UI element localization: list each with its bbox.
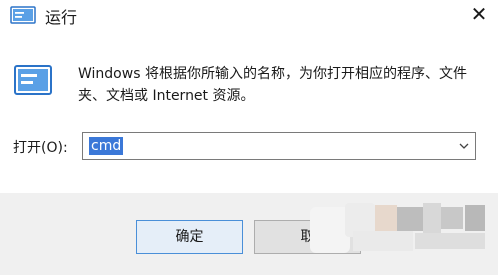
open-combobox[interactable]: cmd [82,132,476,160]
open-field-label: 打开(O): [13,140,68,156]
run-dialog: 运行 ✕ Windows 将根据你所输入的名称，为你打开相应的程序、文件夹、文档… [0,0,498,275]
close-button[interactable]: ✕ [460,0,498,30]
close-icon: ✕ [470,2,488,26]
run-dialog-icon [14,64,52,96]
dialog-description: Windows 将根据你所输入的名称，为你打开相应的程序、文件夹、文档或 Int… [78,66,467,104]
ok-button[interactable]: 确定 [136,220,243,254]
watermark-blur [305,195,498,275]
chevron-down-icon[interactable] [457,138,471,154]
title-bar[interactable]: 运行 ✕ [0,0,498,30]
window-title: 运行 [45,8,78,27]
open-input[interactable]: cmd [89,137,124,155]
run-dialog-icon [10,6,36,24]
